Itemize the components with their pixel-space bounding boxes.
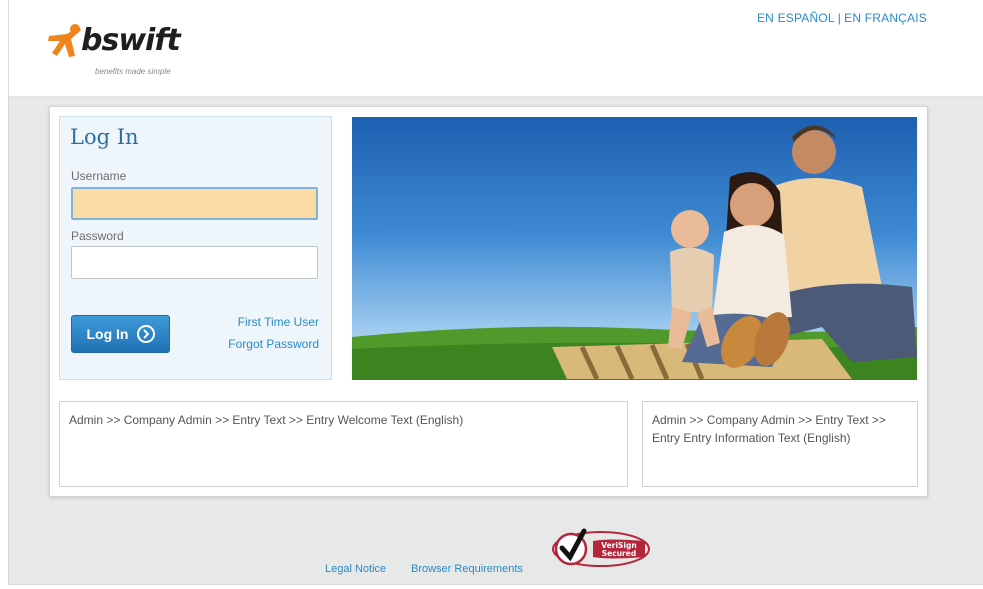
language-links: EN ESPAÑOL | EN FRANÇAIS <box>757 11 927 25</box>
legal-notice-link[interactable]: Legal Notice <box>325 563 386 575</box>
language-french-link[interactable]: EN FRANÇAIS <box>844 11 927 25</box>
logo-wordmark: bswift <box>81 23 181 58</box>
login-button[interactable]: Log In <box>71 315 170 353</box>
verisign-line2: Secured <box>602 549 636 558</box>
logo-tagline: benefits made simple <box>95 67 171 76</box>
first-time-user-link[interactable]: First Time User <box>238 315 319 329</box>
language-separator: | <box>837 11 842 25</box>
bswift-logo[interactable]: bswift benefits made simple <box>45 22 205 82</box>
login-button-label: Log In <box>86 326 129 342</box>
login-form: Log In Username Password Log In First Ti… <box>59 116 332 380</box>
username-label: Username <box>71 169 127 183</box>
browser-requirements-link[interactable]: Browser Requirements <box>411 563 523 575</box>
information-text-box: Admin >> Company Admin >> Entry Text >> … <box>642 401 918 487</box>
page-frame: bswift benefits made simple EN ESPAÑOL | E… <box>8 0 983 585</box>
password-input[interactable] <box>71 246 318 279</box>
forgot-password-link[interactable]: Forgot Password <box>228 337 319 351</box>
username-input[interactable] <box>71 187 318 220</box>
site-header: bswift benefits made simple EN ESPAÑOL | E… <box>9 0 983 97</box>
chevron-right-circle-icon <box>136 325 155 343</box>
hero-image <box>352 117 917 380</box>
language-spanish-link[interactable]: EN ESPAÑOL <box>757 11 835 25</box>
checkmark-icon: VeriSign Secured <box>552 528 650 567</box>
family-photo <box>352 125 917 380</box>
welcome-text-box: Admin >> Company Admin >> Entry Text >> … <box>59 401 628 487</box>
main-panel: Log In Username Password Log In First Ti… <box>49 106 928 497</box>
login-title: Log In <box>70 125 139 149</box>
information-text: Admin >> Company Admin >> Entry Text >> … <box>652 413 886 445</box>
password-label: Password <box>71 229 124 243</box>
verisign-seal[interactable]: VeriSign Secured <box>549 519 653 571</box>
welcome-text: Admin >> Company Admin >> Entry Text >> … <box>69 413 464 427</box>
